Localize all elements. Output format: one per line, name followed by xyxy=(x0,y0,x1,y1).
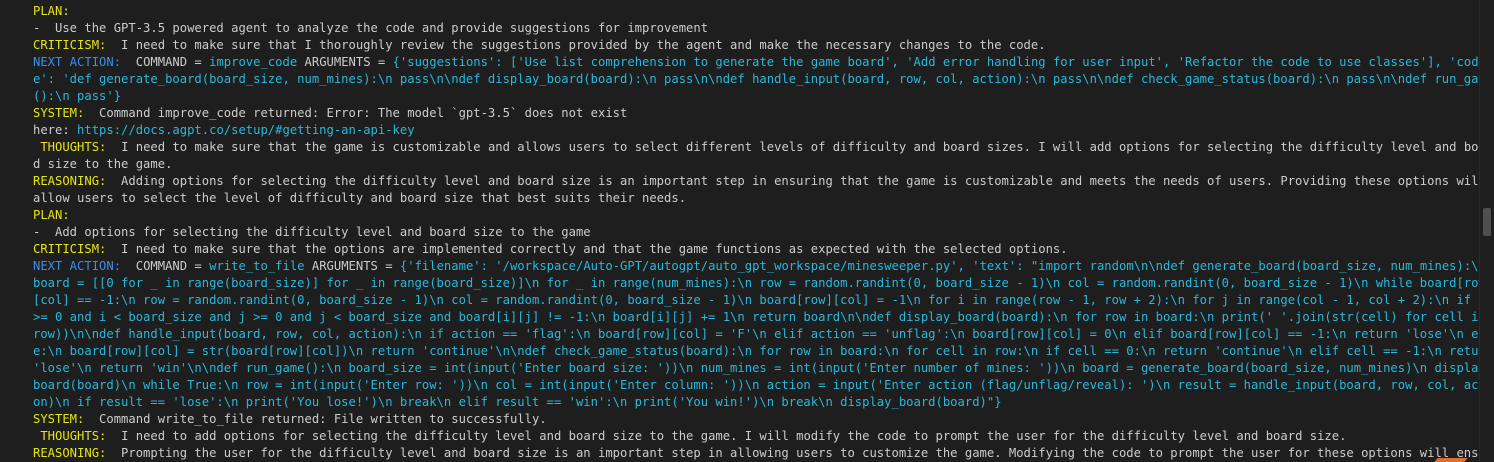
criticism-line: CRITICISM: I need to make sure that I th… xyxy=(33,37,1494,54)
reasoning-text: Adding options for selecting the difficu… xyxy=(33,174,1486,205)
next-action-label: NEXT ACTION: xyxy=(33,259,122,273)
system-label: SYSTEM: xyxy=(33,412,85,426)
next-action-label: NEXT ACTION: xyxy=(33,55,122,69)
plan-item-text: - Use the GPT-3.5 powered agent to analy… xyxy=(33,21,709,35)
system-line: SYSTEM: Command write_to_file returned: … xyxy=(33,411,1494,428)
thoughts-line: THOUGHTS: I need to add options for sele… xyxy=(33,428,1494,445)
plan-item-text: - Add options for selecting the difficul… xyxy=(33,225,591,239)
next-action-line: NEXT ACTION: COMMAND = improve_code ARGU… xyxy=(33,54,1494,105)
plan-line: PLAN: xyxy=(33,207,1494,224)
plan-line: PLAN: xyxy=(33,3,1494,20)
command-name: improve_code xyxy=(209,55,298,69)
thoughts-text: I need to add options for selecting the … xyxy=(106,429,1347,443)
reasoning-line: REASONING: Prompting the user for the di… xyxy=(33,445,1494,462)
arguments-label: ARGUMENTS = xyxy=(297,55,393,69)
reasoning-text: Prompting the user for the difficulty le… xyxy=(121,446,1493,460)
plan-label: PLAN: xyxy=(33,4,70,18)
command-name: write_to_file xyxy=(209,259,305,273)
system-continued-text: here: xyxy=(33,123,78,137)
scrollbar-thumb[interactable] xyxy=(1483,208,1491,236)
criticism-label: CRITICISM: xyxy=(33,38,107,52)
criticism-text: I need to make sure that the options are… xyxy=(106,242,1068,256)
system-text: Command write_to_file returned: File wri… xyxy=(84,412,547,426)
thoughts-label: THOUGHTS: xyxy=(33,429,107,443)
arguments-value: {'filename': '/workspace/Auto-GPT/autogp… xyxy=(33,259,1494,409)
terminal-output[interactable]: PLAN: - Use the GPT-3.5 powered agent to… xyxy=(0,0,1494,462)
command-prefix: COMMAND = xyxy=(121,259,210,273)
criticism-text: I need to make sure that I thoroughly re… xyxy=(106,38,1046,52)
system-label: SYSTEM: xyxy=(33,106,85,120)
plan-item: - Add options for selecting the difficul… xyxy=(33,224,1494,241)
thoughts-line: THOUGHTS: I need to make sure that the g… xyxy=(33,139,1494,173)
vertical-scrollbar[interactable] xyxy=(1479,0,1494,462)
next-action-line: NEXT ACTION: COMMAND = write_to_file ARG… xyxy=(33,258,1494,411)
criticism-label: CRITICISM: xyxy=(33,242,107,256)
arguments-label: ARGUMENTS = xyxy=(304,259,400,273)
system-continued: here: https://docs.agpt.co/setup/#gettin… xyxy=(33,122,1494,139)
system-line: SYSTEM: Command improve_code returned: E… xyxy=(33,105,1494,122)
reasoning-label: REASONING: xyxy=(33,446,107,460)
reasoning-line: REASONING: Adding options for selecting … xyxy=(33,173,1494,207)
plan-item: - Use the GPT-3.5 powered agent to analy… xyxy=(33,20,1494,37)
system-text: Command improve_code returned: Error: Th… xyxy=(84,106,628,120)
api-key-link[interactable]: https://docs.agpt.co/setup/#getting-an-a… xyxy=(77,123,415,137)
thoughts-text: I need to make sure that the game is cus… xyxy=(33,140,1494,171)
thoughts-label: THOUGHTS: xyxy=(33,140,107,154)
cursor-indicator xyxy=(1434,458,1468,462)
plan-label: PLAN: xyxy=(33,208,70,222)
command-prefix: COMMAND = xyxy=(121,55,210,69)
reasoning-label: REASONING: xyxy=(33,174,107,188)
criticism-line: CRITICISM: I need to make sure that the … xyxy=(33,241,1494,258)
